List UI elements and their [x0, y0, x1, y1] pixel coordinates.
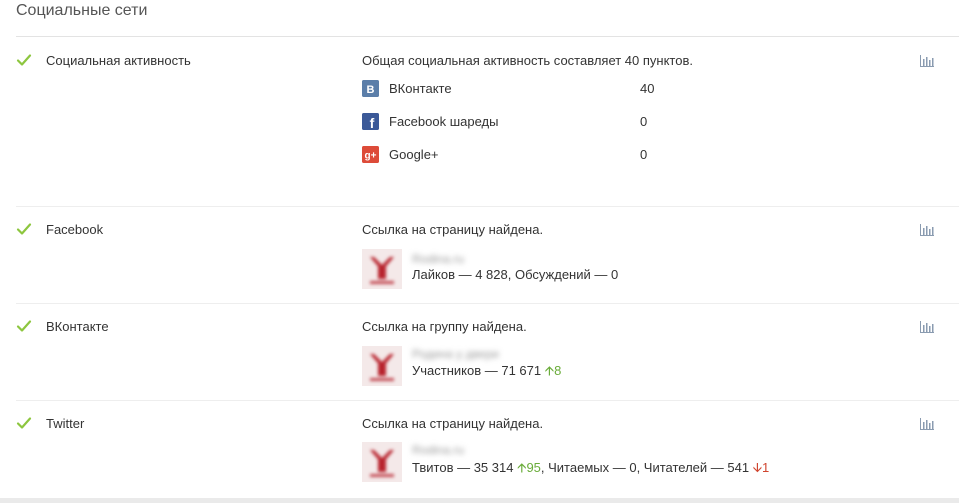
network-value: 0 — [640, 114, 648, 129]
network-name: Facebook шареды — [389, 114, 499, 129]
arrow-up-icon: 🡩 — [544, 363, 555, 378]
arrow-down-icon: 🡫 — [752, 460, 763, 475]
check-icon — [16, 54, 32, 66]
row-label: Facebook — [46, 222, 104, 237]
row-description: Ссылка на группу найдена. — [362, 319, 527, 334]
row-description: Ссылка на страницу найдена. — [362, 416, 544, 431]
reads-count: , Читаемых — 0 — [540, 460, 637, 475]
readers-delta: 🡫1 — [752, 460, 770, 475]
members-delta: 🡩8 — [544, 363, 562, 378]
network-value: 0 — [640, 147, 648, 162]
members-count: Участников — 71 671 — [412, 363, 542, 378]
row-twitter: Twitter Ссылка на страницу найдена. Rodi… — [16, 416, 959, 494]
bottom-bar — [0, 498, 959, 503]
stats-separator: , — [507, 267, 515, 282]
section-title: Социальные сети — [16, 2, 148, 19]
row-social-activity: Социальная активность Общая социальная а… — [16, 53, 959, 203]
twitter-stats: Твитов — 35 314 🡩95, Читаемых — 0, Читат… — [412, 460, 769, 476]
row-label: ВКонтакте — [46, 319, 109, 334]
likes-count: Лайков — 4 828 — [412, 267, 508, 282]
row-label: Twitter — [46, 416, 85, 431]
check-icon — [16, 320, 32, 332]
row-divider — [16, 206, 959, 207]
page-name[interactable]: Rodina.ru — [412, 252, 464, 266]
twitter-avatar[interactable] — [362, 442, 402, 482]
row-description: Общая социальная активность составляет 4… — [362, 53, 693, 68]
discussions-count: Обсуждений — 0 — [514, 267, 619, 282]
page-avatar[interactable] — [362, 249, 402, 289]
group-stats: Участников — 71 671 🡩8 — [412, 363, 561, 379]
svg-text:f: f — [370, 115, 375, 130]
network-value: 40 — [640, 81, 655, 96]
title-divider — [16, 36, 959, 37]
tweets-delta: 🡩95 — [517, 460, 541, 475]
page-stats: Лайков — 4 828, Обсуждений — 0 — [412, 267, 618, 283]
row-divider — [16, 400, 959, 401]
chart-icon[interactable] — [920, 55, 934, 67]
tweets-count: Твитов — 35 314 — [412, 460, 514, 475]
facebook-icon: f — [362, 113, 379, 130]
svg-text:g+: g+ — [365, 151, 377, 162]
row-facebook: Facebook Ссылка на страницу найдена. Rod… — [16, 222, 959, 300]
network-name: Google+ — [389, 147, 439, 162]
chart-icon[interactable] — [920, 418, 934, 430]
chart-icon[interactable] — [920, 321, 934, 333]
row-description: Ссылка на страницу найдена. — [362, 222, 544, 237]
group-name[interactable]: Родина у двери — [412, 347, 499, 361]
row-label: Социальная активность — [46, 53, 191, 68]
network-name: ВКонтакте — [389, 81, 452, 96]
vk-icon: B — [362, 80, 379, 97]
check-icon — [16, 223, 32, 235]
twitter-account-name[interactable]: Rodina.ru — [412, 443, 464, 457]
readers-count: , Читателей — 541 — [636, 460, 750, 475]
google-plus-icon: g+ — [362, 146, 379, 163]
group-avatar[interactable] — [362, 346, 402, 386]
check-icon — [16, 417, 32, 429]
row-divider — [16, 303, 959, 304]
chart-icon[interactable] — [920, 224, 934, 236]
row-vkontakte: ВКонтакте Ссылка на группу найдена. Роди… — [16, 319, 959, 397]
svg-text:B: B — [367, 84, 375, 96]
